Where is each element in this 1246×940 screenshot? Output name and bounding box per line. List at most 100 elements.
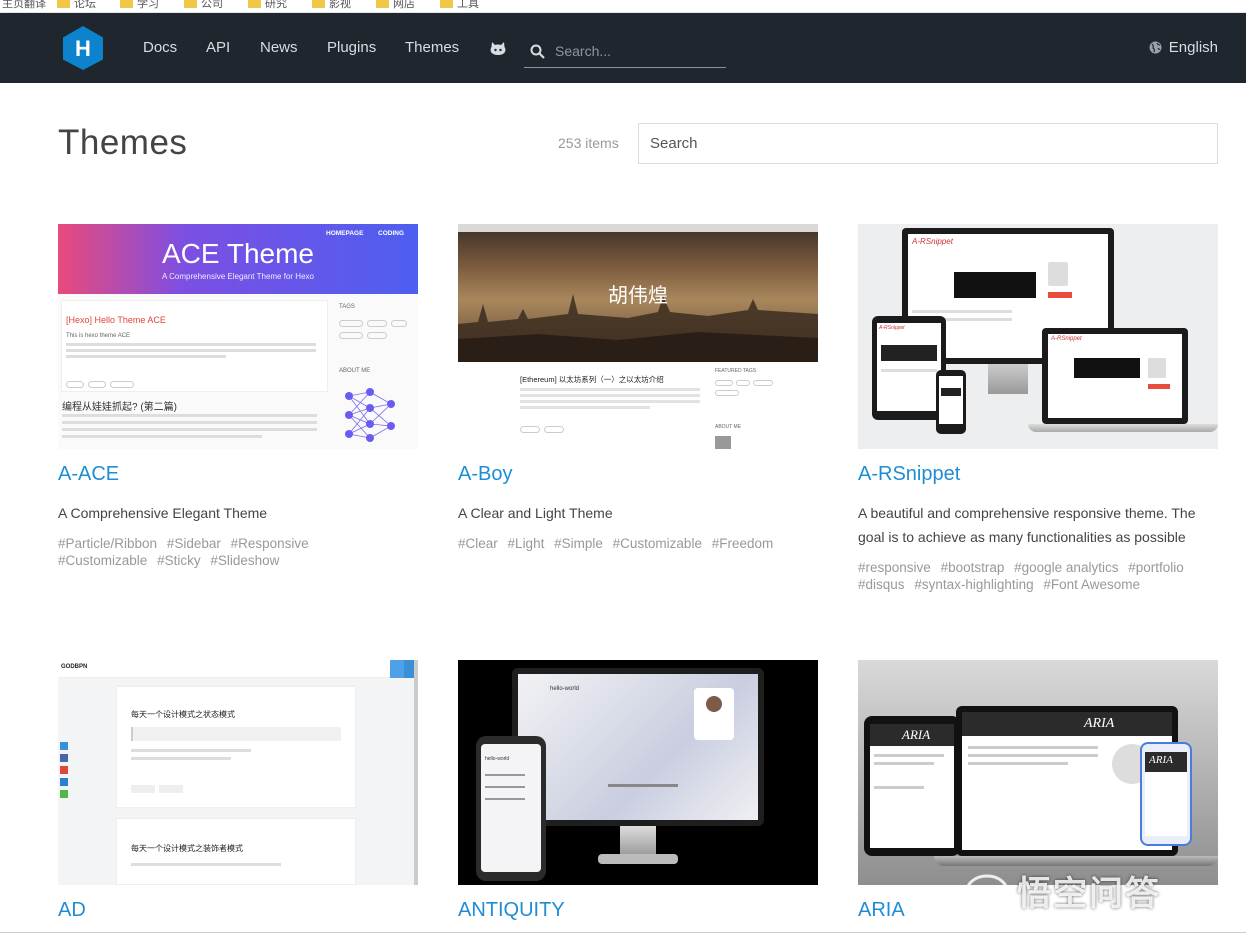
- device-mockup-image: hello-world hello-world: [458, 660, 818, 885]
- theme-thumbnail[interactable]: hello-world hello-world: [458, 660, 818, 885]
- tag-link[interactable]: #portfolio: [1128, 560, 1184, 575]
- theme-thumbnail[interactable]: ARIA ARIA ARIA: [858, 660, 1218, 885]
- folder-icon: [184, 0, 197, 8]
- theme-thumbnail[interactable]: GODBPN 每天一个设计模式之状态模式 每天一个设计模式之装饰者模式: [58, 660, 418, 885]
- tag-link[interactable]: #Light: [508, 536, 545, 551]
- bookmark-folder[interactable]: 研究: [248, 0, 287, 11]
- tag-link[interactable]: #Clear: [458, 536, 498, 551]
- thumb-banner: HOMEPAGE CODING ACE Theme A Comprehensiv…: [58, 224, 418, 294]
- nav-search-input[interactable]: [555, 43, 715, 59]
- thumb-sidebar-about: ABOUT ME: [339, 368, 371, 374]
- thumb-body: GODBPN 每天一个设计模式之状态模式 每天一个设计模式之装饰者模式: [58, 660, 418, 885]
- tag-link[interactable]: #syntax-highlighting: [914, 577, 1033, 592]
- theme-thumbnail[interactable]: 胡伟煌 [Ethereum] 以太坊系列（一）之以太坊介绍 FEATURED T…: [458, 224, 818, 449]
- bookmark-label: 网店: [393, 0, 415, 10]
- theme-card: GODBPN 每天一个设计模式之状态模式 每天一个设计模式之装饰者模式 AD: [58, 660, 418, 922]
- thumb-sidebar-title: FEATURED TAGS: [715, 368, 757, 374]
- thumb-post-text: This is hexo theme ACE: [66, 333, 131, 339]
- theme-card: A-RSnippet A-RSnippet A-RSnippet A-RSnip…: [858, 224, 1218, 593]
- watermark-text: 悟空问答: [1017, 875, 1161, 913]
- nav-plugins[interactable]: Plugins: [327, 39, 376, 56]
- tag-link[interactable]: #disqus: [858, 577, 905, 592]
- bookmark-label: 研究: [265, 0, 287, 10]
- thumb-sidebar-about: ABOUT ME: [715, 424, 742, 430]
- search-icon: [530, 44, 545, 59]
- folder-icon: [120, 0, 133, 8]
- tag-link[interactable]: #Customizable: [58, 553, 147, 568]
- bookmarks-bar: 主页翻译 论坛 学习 公司 研究 影视 网店 工具: [0, 0, 1246, 13]
- nav-api[interactable]: API: [206, 39, 230, 56]
- theme-tags: #responsive #bootstrap #google analytics…: [858, 559, 1218, 593]
- tag-link[interactable]: #Sidebar: [167, 536, 221, 551]
- device-mockup-image: A-RSnippet A-RSnippet A-RSnippet: [858, 224, 1218, 449]
- nav-themes[interactable]: Themes: [405, 39, 459, 56]
- theme-search-input[interactable]: [638, 123, 1218, 164]
- avatar: [715, 436, 731, 449]
- language-selector[interactable]: English: [1149, 39, 1218, 56]
- tag-link[interactable]: #Sticky: [157, 553, 201, 568]
- theme-thumbnail[interactable]: A-RSnippet A-RSnippet A-RSnippet: [858, 224, 1218, 449]
- bookmark-label: 公司: [201, 0, 223, 10]
- tag-link[interactable]: #Customizable: [613, 536, 702, 551]
- device-mockup-image: ARIA ARIA ARIA: [858, 660, 1218, 885]
- thumb-menu-item: HOMEPAGE: [326, 230, 364, 237]
- language-label: English: [1168, 39, 1218, 56]
- tag-link[interactable]: #Slideshow: [210, 553, 279, 568]
- tag-link[interactable]: #google analytics: [1014, 560, 1118, 575]
- theme-card: 胡伟煌 [Ethereum] 以太坊系列（一）之以太坊介绍 FEATURED T…: [458, 224, 818, 552]
- theme-name-link[interactable]: A-Boy: [458, 463, 818, 486]
- thumb-body: [Ethereum] 以太坊系列（一）之以太坊介绍 FEATURED TAGS …: [458, 362, 818, 449]
- folder-icon: [312, 0, 325, 8]
- nav-docs[interactable]: Docs: [143, 39, 177, 56]
- tag-link[interactable]: #Font Awesome: [1043, 577, 1140, 592]
- bookmark-label: 工具: [457, 0, 479, 10]
- tag-link[interactable]: #Responsive: [231, 536, 309, 551]
- bookmark-folder[interactable]: 学习: [120, 0, 159, 11]
- bookmark-label: 学习: [137, 0, 159, 10]
- nav-news[interactable]: News: [260, 39, 298, 56]
- theme-name-link[interactable]: AD: [58, 899, 418, 922]
- bookmark-folder[interactable]: 影视: [312, 0, 351, 11]
- wukong-logo-icon: [965, 874, 1009, 907]
- globe-icon: [1149, 41, 1162, 54]
- bookmark-item[interactable]: 主页翻译: [2, 0, 46, 11]
- theme-name-link[interactable]: ANTIQUITY: [458, 899, 818, 922]
- status-bar: [0, 932, 1246, 940]
- bookmark-folder[interactable]: 工具: [440, 0, 479, 11]
- theme-tags: #Particle/Ribbon #Sidebar #Responsive #C…: [58, 535, 418, 569]
- folder-icon: [248, 0, 261, 8]
- theme-name-link[interactable]: A-RSnippet: [858, 463, 1218, 486]
- thumb-menu-item: CODING: [378, 230, 404, 237]
- thumb-title: ACE Theme: [162, 238, 314, 269]
- theme-thumbnail[interactable]: HOMEPAGE CODING ACE Theme A Comprehensiv…: [58, 224, 418, 449]
- tag-link[interactable]: #Particle/Ribbon: [58, 536, 157, 551]
- thumb-subtitle: A Comprehensive Elegant Theme for Hexo: [162, 272, 314, 281]
- bookmark-label: 主页翻译: [2, 0, 46, 10]
- thumb-post-title: [Ethereum] 以太坊系列（一）之以太坊介绍: [520, 375, 664, 384]
- tag-link[interactable]: #responsive: [858, 560, 931, 575]
- thumb-body: [Hexo] Hello Theme ACE This is hexo them…: [58, 294, 418, 449]
- bookmark-folder[interactable]: 公司: [184, 0, 223, 11]
- bookmark-folder[interactable]: 论坛: [57, 0, 96, 11]
- bookmark-folder[interactable]: 网店: [376, 0, 415, 11]
- hexo-logo-icon: H: [63, 26, 103, 70]
- thumb-hero-title: 胡伟煌: [608, 285, 668, 307]
- tag-link[interactable]: #Freedom: [712, 536, 774, 551]
- tag-link[interactable]: #Simple: [554, 536, 603, 551]
- svg-text:H: H: [75, 36, 91, 61]
- theme-name-link[interactable]: A-ACE: [58, 463, 418, 486]
- thumb-hero-image: 胡伟煌: [458, 224, 818, 362]
- tag-link[interactable]: #bootstrap: [941, 560, 1005, 575]
- thumb-post2-title: 编程从娃娃抓起? (第二篇): [62, 402, 177, 413]
- github-icon[interactable]: [489, 40, 507, 56]
- folder-icon: [57, 0, 70, 8]
- top-navbar: H Docs API News Plugins Themes English: [0, 13, 1246, 83]
- theme-description: A beautiful and comprehensive responsive…: [858, 505, 1196, 545]
- hexo-logo[interactable]: H: [61, 25, 105, 71]
- watermark: 悟空问答: [965, 866, 1161, 915]
- folder-icon: [440, 0, 453, 8]
- thumb-post-title: [Hexo] Hello Theme ACE: [66, 315, 166, 325]
- bookmark-label: 影视: [329, 0, 351, 10]
- thumb-post-card: [Hexo] Hello Theme ACE This is hexo them…: [61, 300, 328, 392]
- folder-icon: [376, 0, 389, 8]
